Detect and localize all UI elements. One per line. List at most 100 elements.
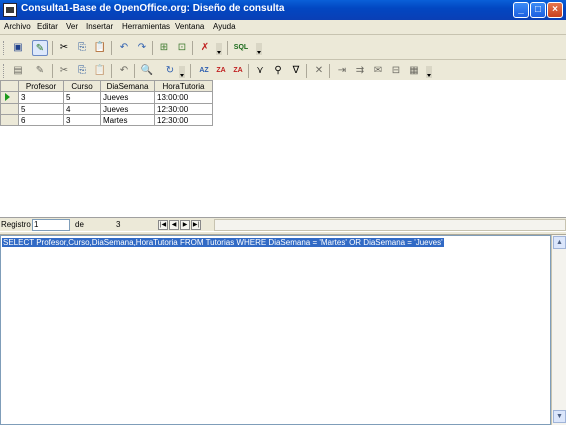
undo-icon[interactable]: ↶ — [116, 40, 132, 56]
menu-archivo[interactable]: Archivo — [4, 22, 31, 31]
cell-diasemana[interactable]: Jueves — [100, 91, 155, 104]
horizontal-scrollbar[interactable] — [214, 219, 566, 231]
menu-insertar[interactable]: Insertar — [86, 22, 113, 31]
record-number-field[interactable]: 1 — [32, 219, 70, 231]
cell-profesor[interactable]: 6 — [18, 114, 64, 126]
menu-ventana[interactable]: Ventana — [175, 22, 204, 31]
remove-filter-icon[interactable]: ∇ — [288, 63, 304, 79]
column-header-curso[interactable]: Curso — [63, 80, 101, 92]
toolbar-options-arrow[interactable] — [256, 43, 262, 55]
sort-descending-icon[interactable]: ZA — [213, 63, 229, 79]
save-icon[interactable]: ▣ — [10, 40, 26, 56]
first-record-button[interactable]: |◀ — [158, 220, 168, 230]
edit-mode-icon[interactable]: ✎ — [32, 40, 48, 56]
record-total: 3 — [116, 220, 121, 229]
data-source-icon[interactable]: ⊟ — [388, 63, 404, 79]
menu-bar: Archivo Editar Ver Insertar Herramientas… — [0, 20, 566, 35]
table-header-row: Profesor Curso DiaSemana HoraTutoria — [0, 80, 213, 92]
cell-curso[interactable]: 4 — [63, 103, 101, 115]
paste-icon[interactable]: 📋 — [92, 40, 108, 56]
redo-icon[interactable]: ↷ — [134, 40, 150, 56]
paste-icon[interactable]: 📋 — [92, 63, 108, 79]
result-grid[interactable]: Profesor Curso DiaSemana HoraTutoria 3 5… — [0, 80, 566, 218]
sql-query-text[interactable]: SELECT Profesor,Curso,DiaSemana,HoraTuto… — [2, 238, 444, 247]
clear-filter-icon[interactable]: ✕ — [311, 63, 327, 79]
table-row[interactable]: 5 4 Jueves 12:30:00 — [0, 103, 213, 115]
explorer-icon[interactable]: ▦ — [406, 63, 422, 79]
cell-horatutoria[interactable]: 13:00:00 — [154, 91, 213, 104]
toolbar-separator — [306, 64, 307, 78]
cell-horatutoria[interactable]: 12:30:00 — [154, 114, 213, 126]
query-design-toolbar: ▣ ✎ ✂ ⎘ 📋 ↶ ↷ ⊞ ⊡ ✗ SQL — [0, 36, 566, 60]
menu-editar[interactable]: Editar — [37, 22, 58, 31]
find-icon[interactable]: 🔍 — [139, 63, 155, 79]
edit-data-icon[interactable]: ✎ — [32, 63, 48, 79]
toolbar-grip[interactable] — [3, 64, 6, 78]
mail-merge-icon[interactable]: ✉ — [370, 63, 386, 79]
next-record-button[interactable]: ▶ — [180, 220, 190, 230]
cell-curso[interactable]: 5 — [63, 91, 101, 104]
cell-profesor[interactable]: 5 — [18, 103, 64, 115]
table-row[interactable]: 6 3 Martes 12:30:00 — [0, 114, 213, 126]
copy-icon[interactable]: ⎘ — [74, 63, 90, 79]
save-record-icon[interactable]: ▤ — [10, 63, 26, 79]
result-table: Profesor Curso DiaSemana HoraTutoria 3 5… — [0, 80, 213, 126]
functions-icon[interactable]: ⊡ — [174, 40, 190, 56]
maximize-button[interactable]: □ — [530, 2, 546, 18]
copy-icon[interactable]: ⎘ — [74, 40, 90, 56]
toolbar-grip[interactable] — [3, 41, 6, 55]
cell-diasemana[interactable]: Martes — [100, 114, 155, 126]
clear-query-icon[interactable]: ✗ — [197, 40, 213, 56]
cell-horatutoria[interactable]: 12:30:00 — [154, 103, 213, 115]
sort-icon[interactable]: ZA — [230, 63, 246, 79]
column-header-profesor[interactable]: Profesor — [18, 80, 64, 92]
data-to-fields-icon[interactable]: ⇉ — [352, 63, 368, 79]
standard-filter-icon[interactable]: ⚲ — [270, 63, 286, 79]
column-header-horatutoria[interactable]: HoraTutoria — [154, 80, 213, 92]
toolbar-separator — [192, 41, 193, 55]
undo-icon[interactable]: ↶ — [116, 63, 132, 79]
refresh-options-arrow[interactable] — [179, 66, 185, 78]
toolbar-separator — [52, 41, 53, 55]
cell-profesor[interactable]: 3 — [18, 91, 64, 104]
toolbar-separator — [248, 64, 249, 78]
toolbar-options-arrow[interactable] — [216, 43, 222, 55]
current-row-arrow-icon — [5, 93, 10, 101]
refresh-icon[interactable]: ↻ — [162, 63, 178, 79]
toolbar-separator — [52, 64, 53, 78]
table-data-toolbar: ▤ ✎ ✂ ⎘ 📋 ↶ 🔍 ↻ AZ ZA ZA ⋎ ⚲ ∇ ✕ ⇥ ⇉ ✉ ⊟… — [0, 60, 566, 82]
sql-view-icon[interactable]: SQL — [233, 40, 249, 56]
record-navigation-bar: Registro 1 de 3 |◀ ◀ ▶ ▶| — [0, 217, 566, 231]
table-row[interactable]: 3 5 Jueves 13:00:00 — [0, 91, 213, 104]
openoffice-base-icon[interactable] — [3, 3, 17, 17]
menu-ayuda[interactable]: Ayuda — [213, 22, 236, 31]
cut-icon[interactable]: ✂ — [56, 63, 72, 79]
toolbar-separator — [152, 41, 153, 55]
toolbar-separator — [134, 64, 135, 78]
corner-cell[interactable] — [0, 80, 19, 92]
column-header-diasemana[interactable]: DiaSemana — [100, 80, 155, 92]
scroll-down-button[interactable]: ▼ — [553, 410, 566, 423]
row-selector[interactable] — [0, 114, 19, 126]
title-bar: Consulta1-Base de OpenOffice.org: Diseño… — [0, 0, 566, 20]
sort-ascending-icon[interactable]: AZ — [196, 63, 212, 79]
previous-record-button[interactable]: ◀ — [169, 220, 179, 230]
cell-diasemana[interactable]: Jueves — [100, 103, 155, 115]
minimize-button[interactable]: _ — [513, 2, 529, 18]
cell-curso[interactable]: 3 — [63, 114, 101, 126]
scroll-up-button[interactable]: ▲ — [553, 236, 566, 249]
data-to-text-icon[interactable]: ⇥ — [334, 63, 350, 79]
cut-icon[interactable]: ✂ — [56, 40, 72, 56]
row-selector[interactable] — [0, 103, 19, 115]
auto-filter-icon[interactable]: ⋎ — [252, 63, 268, 79]
toolbar-separator — [111, 64, 112, 78]
vertical-scrollbar[interactable]: ▲ ▼ — [551, 235, 566, 425]
menu-herramientas[interactable]: Herramientas — [122, 22, 170, 31]
row-selector[interactable] — [0, 91, 19, 104]
toolbar-options-arrow[interactable] — [426, 66, 432, 78]
add-tables-icon[interactable]: ⊞ — [156, 40, 172, 56]
last-record-button[interactable]: ▶| — [191, 220, 201, 230]
sql-editor[interactable]: SELECT Profesor,Curso,DiaSemana,HoraTuto… — [0, 235, 551, 425]
menu-ver[interactable]: Ver — [66, 22, 78, 31]
close-button[interactable]: × — [547, 2, 563, 18]
